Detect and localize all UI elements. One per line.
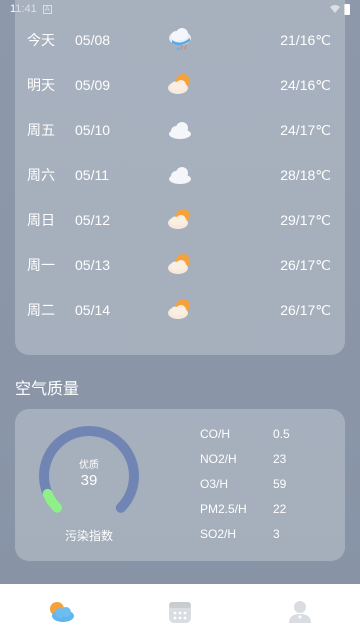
nav-profile-button[interactable] [280,592,320,632]
forecast-temp: 24/17℃ [280,121,331,138]
aqi-gauge-progress [42,488,63,513]
cloud-icon [169,167,191,184]
aqi-caption: 污染指数 [64,529,113,543]
forecast-temp: 26/17℃ [280,301,331,318]
nav-weather-button[interactable] [40,592,80,632]
forecast-date: 05/10 [75,122,111,138]
forecast-date: 05/14 [75,302,111,318]
profile-icon [289,601,311,623]
pollutant-value: 0.5 [273,427,290,441]
pollutant-value: 3 [273,527,280,541]
forecast-row[interactable]: 明天 05/09 24/16℃ [15,70,345,100]
forecast-day: 明天 [27,78,55,94]
pollutant-name: O3/H [200,477,229,491]
pollutant-value: 22 [273,502,287,516]
cloud-icon [169,122,191,139]
forecast-day: 周日 [27,213,55,229]
forecast-day: 周一 [27,258,55,274]
forecast-date: 05/12 [75,212,111,228]
forecast-date: 05/08 [75,32,111,48]
pollutant-name: NO2/H [200,452,237,466]
air-quality-title: 空气质量 [15,379,80,398]
bottom-nav [0,584,360,640]
nav-calendar-button[interactable] [160,592,200,632]
pollutant-name: SO2/H [200,527,237,541]
forecast-temp: 26/17℃ [280,256,331,273]
pollutant-name: PM2.5/H [200,502,247,516]
forecast-date: 05/09 [75,77,111,93]
forecast-date: 05/13 [75,257,111,273]
sun-cloud-icon [168,74,190,94]
forecast-day: 周五 [27,123,55,139]
air-quality-card: 优质 39 污染指数 CO/H 0.5 NO2/H 23 O3/H 59 PM2… [15,409,345,561]
cloud-rain-icon [169,28,191,51]
forecast-row[interactable]: 今天 05/08 21/16℃ [15,25,345,55]
pollutant-name: CO/H [200,427,230,441]
forecast-day: 今天 [27,33,55,49]
forecast-date: 05/11 [75,167,109,183]
pollutant-value: 23 [273,452,287,466]
sun-cloud-icon [168,254,190,274]
forecast-temp: 28/18℃ [280,166,331,183]
pollutant-value: 59 [273,477,287,491]
calendar-icon [169,602,191,623]
forecast-row[interactable]: 周二 05/14 26/17℃ [15,295,345,325]
forecast-row[interactable]: 周日 05/12 29/17℃ [15,205,345,235]
forecast-temp: 24/16℃ [280,76,331,93]
forecast-card: 今天 05/08 21/16℃ 明天 05/09 24/16℃ 周五 05/10 [15,0,345,355]
sun-cloud-icon [168,209,190,229]
aqi-value: 39 [80,472,98,489]
weather-icon [50,602,74,622]
forecast-temp: 21/16℃ [280,31,331,48]
forecast-day: 周六 [27,168,55,184]
forecast-temp: 29/17℃ [280,211,331,228]
forecast-row[interactable]: 周一 05/13 26/17℃ [15,250,345,280]
forecast-day: 周二 [27,303,55,319]
forecast-row[interactable]: 周六 05/11 28/18℃ [15,160,345,190]
forecast-row[interactable]: 周五 05/10 24/17℃ [15,115,345,145]
aqi-level: 优质 [79,460,99,471]
sun-cloud-icon [168,299,190,319]
